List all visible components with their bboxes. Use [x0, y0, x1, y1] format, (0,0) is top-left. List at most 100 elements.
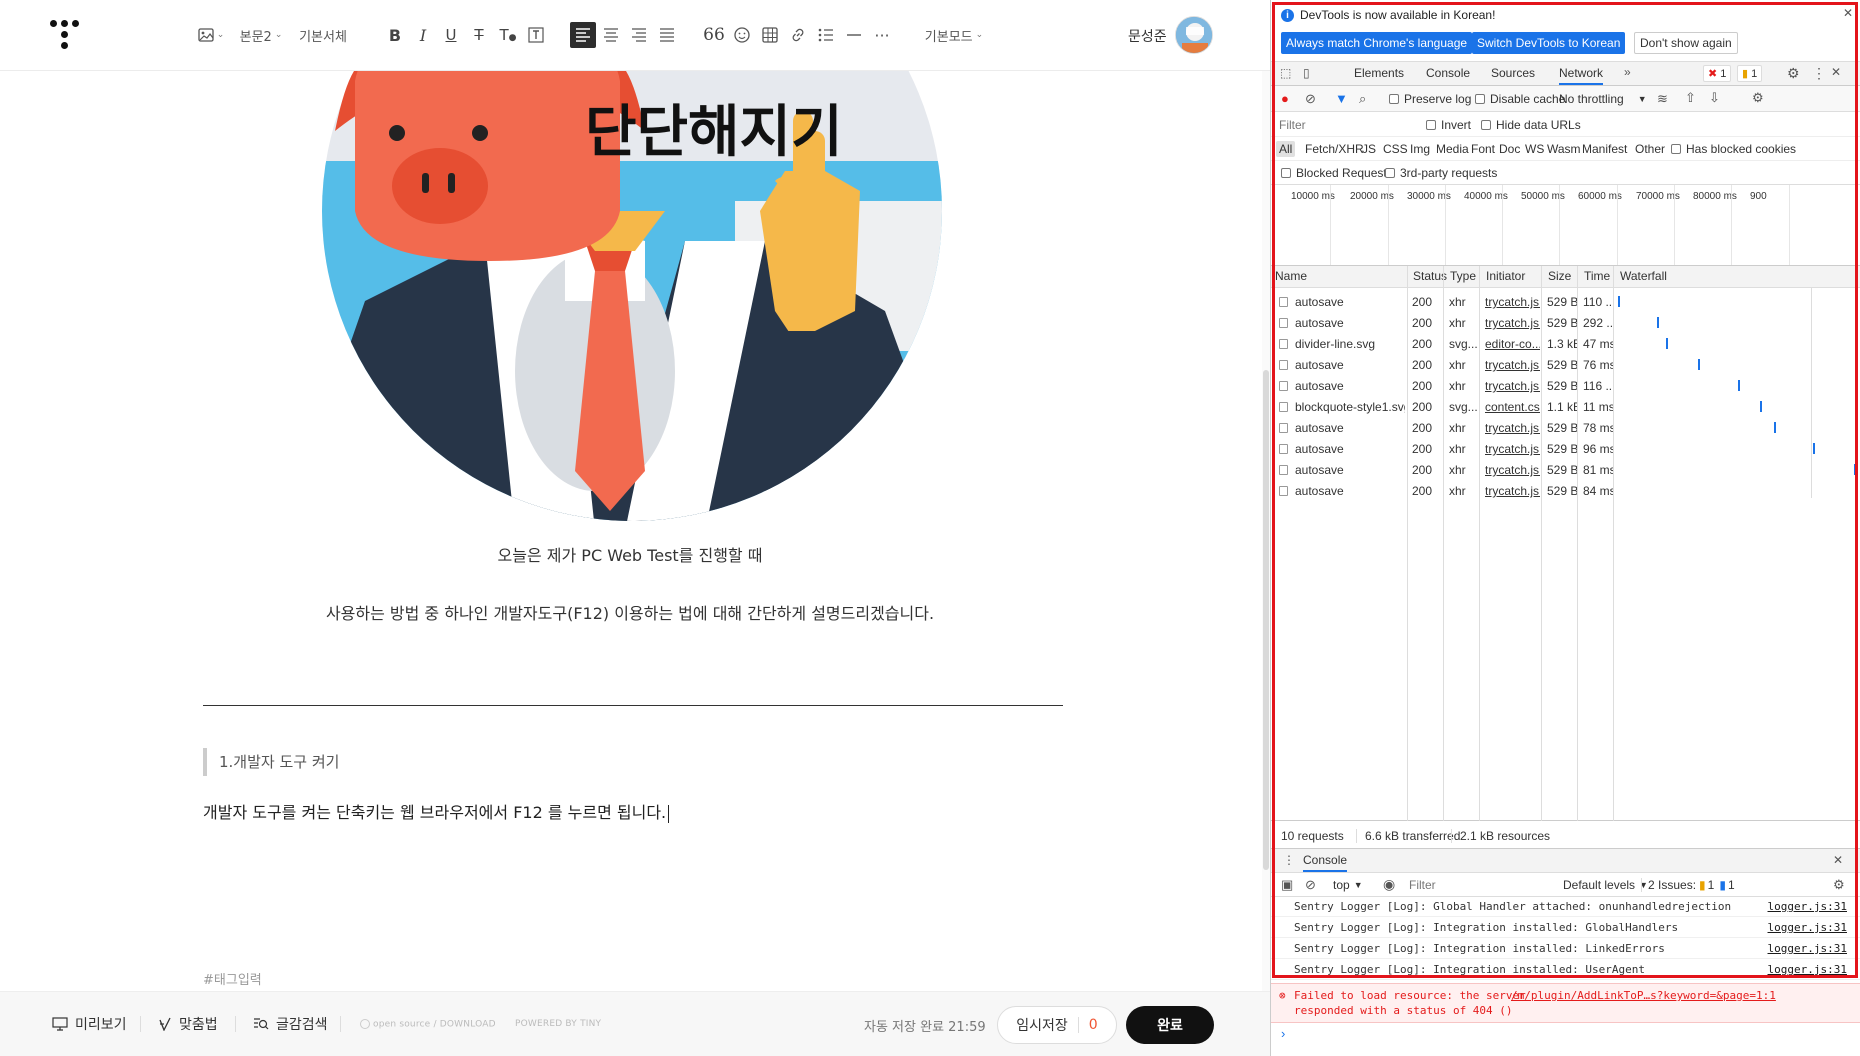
record-icon[interactable]: ● — [1281, 91, 1289, 106]
checkbox[interactable] — [1389, 94, 1399, 104]
type-filter-fetch[interactable]: Fetch/XHR — [1305, 142, 1364, 156]
network-conditions-icon[interactable]: ≋ — [1657, 91, 1668, 107]
log-source-link[interactable]: logger.js:31 — [1768, 897, 1847, 917]
bold-button[interactable]: B — [384, 22, 406, 48]
column-header-type[interactable]: Type — [1446, 266, 1476, 287]
column-header-initiator[interactable]: Initiator — [1482, 266, 1525, 287]
request-initiator[interactable]: trycatch.js... — [1485, 481, 1540, 501]
column-header-status[interactable]: Status — [1409, 266, 1447, 287]
strikethrough-button[interactable]: T — [468, 22, 490, 48]
preserve-log-checkbox[interactable]: Preserve log — [1389, 92, 1471, 106]
third-party-checkbox[interactable]: 3rd-party requests — [1385, 166, 1497, 180]
table-row[interactable]: autosave 200 xhr trycatch.js... 529 B 292 ... — [1271, 313, 1860, 333]
table-row[interactable]: autosave 200 xhr trycatch.js... 529 B 81 ms — [1271, 460, 1860, 480]
type-filter-media[interactable]: Media — [1436, 142, 1469, 156]
publish-button[interactable]: 완료 — [1126, 1006, 1214, 1044]
column-header-size[interactable]: Size — [1544, 266, 1571, 287]
table-row[interactable]: autosave 200 xhr trycatch.js... 529 B 110 ... — [1271, 292, 1860, 312]
clear-console-icon[interactable]: ⊘ — [1305, 877, 1316, 893]
invert-checkbox[interactable]: Invert — [1426, 118, 1471, 132]
type-filter-other[interactable]: Other — [1635, 142, 1665, 156]
table-row[interactable]: autosave 200 xhr trycatch.js... 529 B 96 ms — [1271, 439, 1860, 459]
insert-image-button[interactable]: ⌄ — [197, 22, 225, 48]
table-row[interactable]: autosave 200 xhr trycatch.js... 529 B 116 ... — [1271, 376, 1860, 396]
link-button[interactable] — [786, 22, 810, 48]
tab-elements[interactable]: Elements — [1354, 66, 1404, 80]
table-row[interactable]: autosave 200 xhr trycatch.js... 529 B 78 ms — [1271, 418, 1860, 438]
align-center-button[interactable] — [599, 22, 623, 48]
type-filter-img[interactable]: Img — [1410, 142, 1430, 156]
temp-save-button[interactable]: 임시저장 0 — [997, 1006, 1117, 1044]
checkbox[interactable] — [1671, 144, 1681, 154]
disable-cache-checkbox[interactable]: Disable cache — [1475, 92, 1565, 106]
log-source-link[interactable]: logger.js:31 — [1768, 960, 1847, 980]
more-tabs-icon[interactable]: » — [1624, 65, 1631, 79]
network-overview-timeline[interactable]: 10000 ms 20000 ms 30000 ms 40000 ms 5000… — [1271, 185, 1860, 266]
execution-context-select[interactable]: top ▼ — [1333, 878, 1363, 892]
italic-button[interactable]: I — [412, 22, 434, 48]
column-header-waterfall[interactable]: Waterfall — [1616, 266, 1667, 287]
text-color-button[interactable]: T● — [496, 22, 520, 48]
hide-data-urls-checkbox[interactable]: Hide data URLs — [1481, 118, 1581, 132]
blocked-requests-checkbox[interactable]: Blocked Requests — [1281, 166, 1393, 180]
checkbox[interactable] — [1281, 168, 1291, 178]
emoji-button[interactable] — [730, 22, 754, 48]
type-filter-all[interactable]: All — [1276, 141, 1296, 157]
request-initiator[interactable]: trycatch.js... — [1485, 418, 1540, 438]
align-left-button[interactable] — [570, 22, 596, 48]
opensource-link[interactable]: open source / DOWNLOAD — [360, 1019, 496, 1030]
checkbox[interactable] — [1426, 120, 1436, 130]
tab-console[interactable]: Console — [1426, 66, 1470, 80]
request-initiator[interactable]: trycatch.js... — [1485, 292, 1540, 312]
request-initiator[interactable]: trycatch.js... — [1485, 460, 1540, 480]
request-initiator[interactable]: trycatch.js... — [1485, 439, 1540, 459]
type-filter-css[interactable]: CSS — [1383, 142, 1408, 156]
throttling-select[interactable]: No throttling ▼ — [1559, 92, 1647, 106]
console-settings-icon[interactable]: ⚙ — [1833, 877, 1845, 893]
log-source-link[interactable]: logger.js:31 — [1768, 939, 1847, 959]
error-badge[interactable]: ✖ 1 — [1703, 65, 1732, 82]
import-har-icon[interactable]: ⇧ — [1685, 90, 1696, 106]
avatar[interactable] — [1175, 16, 1213, 54]
table-row[interactable]: autosave 200 xhr trycatch.js... 529 B 84 ms — [1271, 481, 1860, 501]
console-prompt[interactable]: › — [1281, 1026, 1285, 1041]
dont-show-again-button[interactable]: Don't show again — [1634, 32, 1738, 54]
request-initiator[interactable]: trycatch.js... — [1485, 376, 1540, 396]
checkbox[interactable] — [1385, 168, 1395, 178]
table-row[interactable]: divider-line.svg 200 svg... editor-co... 1.3… — [1271, 334, 1860, 354]
drawer-menu-icon[interactable]: ⋮ — [1283, 853, 1295, 867]
eye-icon[interactable]: ◉ — [1383, 876, 1395, 893]
table-row[interactable]: blockquote-style1.svg 200 svg... content.cs… — [1271, 397, 1860, 417]
log-levels-select[interactable]: Default levels ▼ — [1563, 878, 1648, 892]
type-filter-font[interactable]: Font — [1471, 142, 1495, 156]
tab-network[interactable]: Network — [1559, 66, 1604, 85]
inspect-element-icon[interactable]: ⬚ — [1280, 66, 1291, 80]
switch-to-korean-button[interactable]: Switch DevTools to Korean — [1472, 32, 1626, 54]
font-family-select[interactable]: 기본서체 — [295, 22, 351, 48]
preview-button[interactable]: 미리보기 — [52, 1014, 127, 1034]
has-blocked-cookies-checkbox[interactable]: Has blocked cookies — [1671, 142, 1796, 156]
quote-button[interactable]: 66 — [702, 22, 726, 48]
drawer-tab-console[interactable]: Console — [1303, 853, 1348, 872]
material-search-button[interactable]: 글감검색 — [253, 1014, 328, 1034]
network-filter-input[interactable]: Filter — [1279, 118, 1306, 132]
column-header-name[interactable]: Name — [1271, 266, 1307, 287]
always-match-language-button[interactable]: Always match Chrome's language — [1281, 32, 1473, 54]
editor-mode-select[interactable]: 기본모드 ⌄ — [922, 22, 986, 48]
close-devtools-icon[interactable]: ✕ — [1831, 65, 1841, 79]
type-filter-doc[interactable]: Doc — [1499, 142, 1520, 156]
table-row[interactable]: autosave 200 xhr trycatch.js... 529 B 76 ms — [1271, 355, 1860, 375]
type-filter-js[interactable]: JS — [1362, 142, 1376, 156]
settings-gear-icon[interactable]: ⚙ — [1787, 65, 1800, 82]
clear-icon[interactable]: ⊘ — [1305, 91, 1316, 107]
warning-badge[interactable]: ▮ 1 — [1737, 65, 1763, 82]
align-justify-button[interactable] — [655, 22, 679, 48]
text-background-button[interactable] — [524, 22, 548, 48]
sidebar-toggle-icon[interactable]: ▣ — [1281, 877, 1293, 893]
type-filter-ws[interactable]: WS — [1525, 142, 1544, 156]
editor-scrollbar-thumb[interactable] — [1263, 370, 1269, 870]
divider-button[interactable] — [842, 22, 866, 48]
checkbox[interactable] — [1481, 120, 1491, 130]
more-button[interactable]: ··· — [870, 22, 894, 48]
request-initiator[interactable]: trycatch.js... — [1485, 355, 1540, 375]
